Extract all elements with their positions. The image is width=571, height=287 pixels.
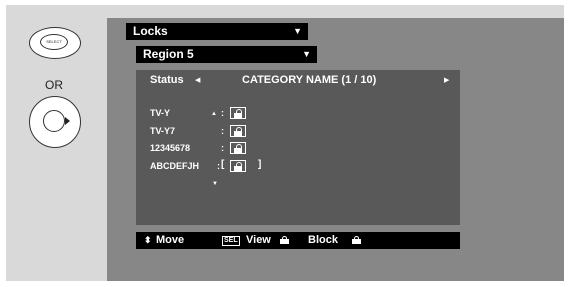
colon: :: [221, 126, 224, 136]
category-title: CATEGORY NAME (1 / 10): [242, 74, 377, 86]
lock-icon-selected[interactable]: [230, 160, 246, 172]
lock-icon[interactable]: [230, 142, 246, 154]
locks-label: Locks: [133, 24, 168, 38]
locks-dropdown[interactable]: Locks ▼: [126, 23, 308, 40]
row-label: 12345678: [150, 143, 191, 153]
select-button[interactable]: SELECT: [29, 27, 81, 59]
row-label: TV-Y: [150, 108, 171, 118]
row-label: TV-Y7: [150, 126, 176, 136]
colon: :: [221, 108, 224, 118]
select-button-label: SELECT: [40, 34, 68, 50]
region-dropdown[interactable]: Region 5 ▼: [136, 46, 317, 63]
colon: :: [221, 143, 224, 153]
down-arrow-icon: ▼: [212, 181, 218, 187]
right-arrow-icon: [65, 117, 70, 125]
help-bar: ⬍ Move SEL View Block: [136, 232, 460, 249]
sel-key-icon: SEL: [222, 236, 240, 246]
or-label: OR: [45, 78, 63, 92]
region-label: Region 5: [143, 47, 194, 61]
button-ring: [43, 110, 65, 132]
lock-icon: [352, 236, 361, 244]
dropdown-arrow-icon: ▼: [293, 26, 302, 36]
dropdown-arrow-icon: ▼: [302, 49, 311, 59]
block-label: Block: [308, 234, 338, 246]
category-panel: Status ◀ CATEGORY NAME (1 / 10) ▶ TV-Y ▲…: [136, 70, 460, 225]
colon: :: [217, 161, 220, 171]
row-label: ABCDEFJH: [150, 161, 200, 171]
right-bracket: ]: [258, 159, 262, 170]
lock-icon[interactable]: [230, 107, 246, 119]
left-arrow-icon[interactable]: ◀: [195, 76, 200, 84]
status-label: Status: [150, 74, 184, 86]
move-label: Move: [156, 234, 185, 246]
up-arrow-icon: ▲: [211, 111, 217, 117]
lock-icon: [280, 236, 289, 244]
right-arrow-icon[interactable]: ▶: [444, 76, 449, 84]
up-down-arrow-icon: ⬍: [144, 235, 152, 245]
lock-icon[interactable]: [230, 125, 246, 137]
left-bracket: [: [221, 159, 225, 170]
view-label: View: [246, 234, 271, 246]
right-arrow-button[interactable]: [29, 96, 81, 148]
